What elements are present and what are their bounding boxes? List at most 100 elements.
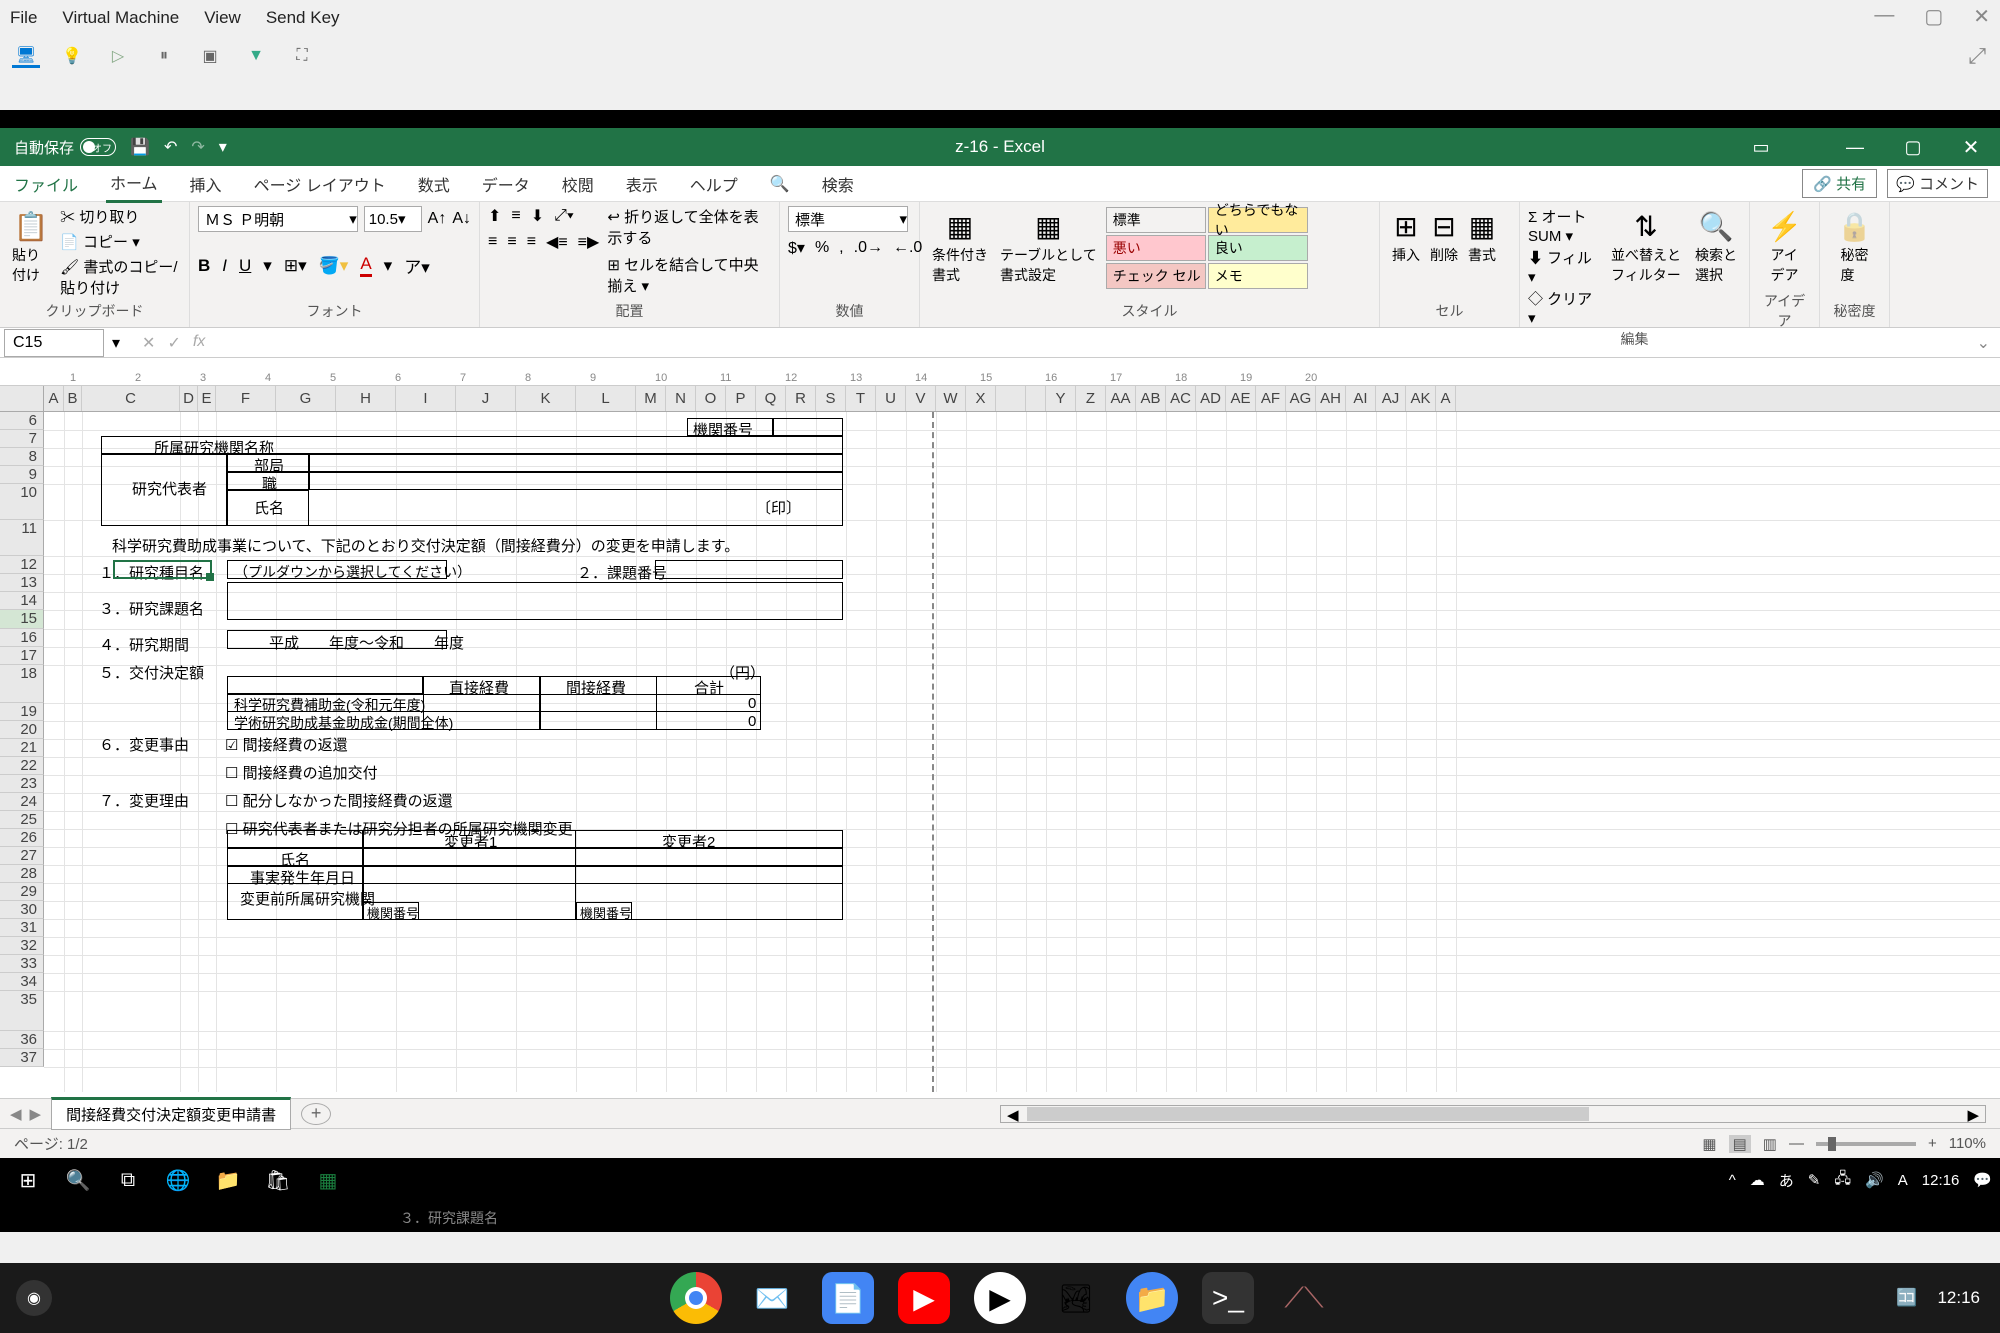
cell-style-neutral[interactable]: どちらでもない [1208, 207, 1308, 233]
ribbon-options-icon[interactable]: ▭ [1732, 128, 1790, 166]
tab-help[interactable]: ヘルプ [686, 166, 742, 202]
column-header[interactable]: E [198, 386, 216, 411]
row-header[interactable]: 23 [0, 775, 44, 793]
font-name-select[interactable]: ＭＳ Ｐ明朝▾ [198, 206, 358, 232]
vm-maximize-icon[interactable]: ▢ [1924, 4, 1943, 29]
vm-menu-send-key[interactable]: Send Key [266, 8, 340, 28]
column-header[interactable]: AH [1316, 386, 1346, 411]
search-icon[interactable]: 🔍 [766, 168, 794, 200]
checkbox-c2[interactable]: ☐ 間接経費の追加交付 [225, 762, 378, 783]
search-label[interactable]: 検索 [818, 166, 858, 202]
column-header[interactable]: X [966, 386, 996, 411]
row-header[interactable]: 17 [0, 647, 44, 665]
row-header[interactable]: 21 [0, 739, 44, 757]
vm-close-icon[interactable]: ✕ [1973, 4, 1990, 29]
fx-icon[interactable]: fx [193, 333, 205, 353]
ime-indicator[interactable]: あ [1779, 1170, 1794, 1191]
column-header[interactable]: B [64, 386, 82, 411]
clear-button[interactable]: ◇ クリア ▾ [1528, 288, 1601, 327]
file-explorer-icon[interactable]: 📁 [206, 1160, 250, 1200]
copy-button[interactable]: 📄 コピー ▾ [60, 231, 181, 252]
row-header[interactable]: 35 [0, 991, 44, 1031]
tab-page-layout[interactable]: ページ レイアウト [250, 166, 390, 202]
zoom-out-icon[interactable]: — [1789, 1135, 1804, 1152]
cell-style-memo[interactable]: メモ [1208, 263, 1308, 289]
tab-data[interactable]: データ [478, 166, 534, 202]
row-header[interactable]: 8 [0, 448, 44, 466]
vm-minimize-icon[interactable]: — [1874, 4, 1894, 29]
conditional-format-button[interactable]: ▦条件付き 書式 [928, 206, 992, 290]
qat-customize-icon[interactable]: ▾ [219, 137, 227, 157]
play-store-icon[interactable]: ▶ [974, 1272, 1026, 1324]
sort-filter-button[interactable]: ⇅並べ替えと フィルター [1607, 206, 1685, 327]
fullscreen-icon[interactable]: ⛶ [288, 44, 316, 68]
italic-button[interactable]: I [222, 256, 227, 276]
enter-formula-icon[interactable]: ✓ [167, 333, 180, 353]
tray-chevron-icon[interactable]: ^ [1729, 1172, 1736, 1189]
column-header[interactable]: J [456, 386, 516, 411]
row-header[interactable]: 29 [0, 883, 44, 901]
decrease-indent-icon[interactable]: ◀≡ [546, 232, 568, 252]
fill-color-button[interactable]: 🪣▾ [319, 256, 349, 276]
sheet-tab[interactable]: 間接経費交付決定額変更申請書 [51, 1097, 291, 1130]
column-header[interactable]: AI [1346, 386, 1376, 411]
column-header[interactable]: AK [1406, 386, 1436, 411]
column-header[interactable]: G [276, 386, 336, 411]
network-icon[interactable]: 🖧 [1834, 1168, 1851, 1193]
resize-handle-icon[interactable]: ⤢ [1968, 43, 1986, 69]
undo-icon[interactable]: ↶ [164, 137, 177, 157]
select-all-button[interactable] [0, 386, 44, 411]
row-header[interactable]: 25 [0, 811, 44, 829]
column-header[interactable]: AF [1256, 386, 1286, 411]
format-as-table-button[interactable]: ▦テーブルとして 書式設定 [996, 206, 1101, 290]
app-icon[interactable]: ⟋⟍ [1278, 1272, 1330, 1324]
edge-icon[interactable]: 🌐 [156, 1160, 200, 1200]
column-header[interactable]: S [816, 386, 846, 411]
row-header[interactable]: 9 [0, 466, 44, 484]
wrap-text-button[interactable]: ↩ 折り返して全体を表示する [607, 206, 771, 248]
row-header[interactable]: 37 [0, 1049, 44, 1067]
cells[interactable]: 機関番号 所属研究機関名称 研究代表者 部局 職 氏名 〔印〕 科学研究費助成事… [44, 412, 2000, 1092]
row-header[interactable]: 36 [0, 1031, 44, 1049]
row-header[interactable]: 12 [0, 556, 44, 574]
currency-icon[interactable]: $▾ [788, 238, 805, 258]
worksheet-area[interactable]: 1234567891011121314151617181920 ABCDEFGH… [0, 358, 2000, 1098]
column-header[interactable]: Y [1046, 386, 1076, 411]
column-header[interactable]: N [666, 386, 696, 411]
font-color-button[interactable]: A [360, 254, 371, 277]
row-header[interactable]: 28 [0, 865, 44, 883]
cell-style-normal[interactable]: 標準 [1106, 207, 1206, 233]
row-header[interactable]: 32 [0, 937, 44, 955]
column-header[interactable]: AC [1166, 386, 1196, 411]
column-header[interactable]: A [1436, 386, 1456, 411]
comma-icon[interactable]: , [839, 239, 843, 257]
column-header[interactable]: H [336, 386, 396, 411]
column-header[interactable]: P [726, 386, 756, 411]
column-header[interactable]: C [82, 386, 180, 411]
start-button[interactable]: ⊞ [6, 1160, 50, 1200]
name-box[interactable]: C15 [4, 329, 104, 357]
view-page-layout-icon[interactable]: ▤ [1729, 1135, 1751, 1153]
row-header[interactable]: 10 [0, 484, 44, 520]
cell-style-bad[interactable]: 悪い [1106, 235, 1206, 261]
shelf-clock[interactable]: 12:16 [1937, 1288, 1980, 1308]
align-center-icon[interactable]: ≡ [507, 233, 516, 251]
autosum-button[interactable]: Σ オート SUM ▾ [1528, 206, 1601, 245]
tab-formulas[interactable]: 数式 [414, 166, 454, 202]
tab-review[interactable]: 校閲 [558, 166, 598, 202]
save-icon[interactable]: 💾 [130, 137, 150, 157]
underline-button[interactable]: U [239, 256, 251, 276]
row-header[interactable]: 16 [0, 629, 44, 647]
align-top-icon[interactable]: ⬆ [488, 206, 501, 226]
column-header[interactable]: U [876, 386, 906, 411]
border-button[interactable]: ⊞▾ [284, 256, 307, 276]
comment-button[interactable]: 💬 コメント [1887, 169, 1988, 198]
increase-indent-icon[interactable]: ≡▶ [578, 232, 600, 252]
files-icon[interactable]: 📁 [1126, 1272, 1178, 1324]
row-header[interactable]: 19 [0, 703, 44, 721]
sensitivity-button[interactable]: 🔒秘密 度 [1828, 206, 1881, 289]
column-header[interactable]: M [636, 386, 666, 411]
clock[interactable]: 12:16 [1922, 1172, 1960, 1189]
docs-icon[interactable]: 📄 [822, 1272, 874, 1324]
play-icon[interactable]: ▷ [104, 44, 132, 68]
